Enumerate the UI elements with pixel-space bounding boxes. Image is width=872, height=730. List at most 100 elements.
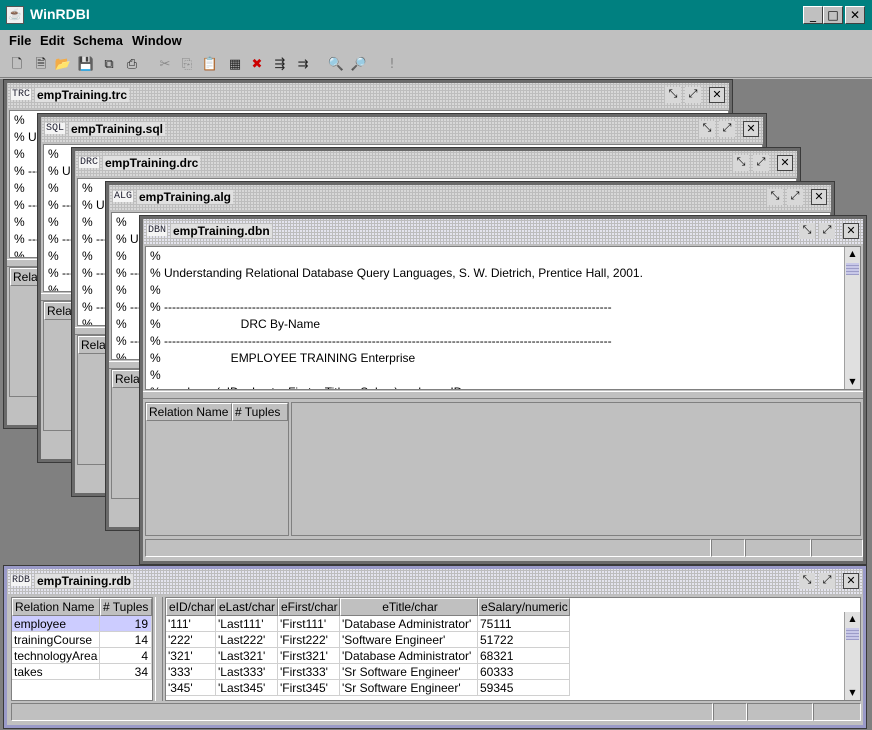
close-icon[interactable]: ✕ <box>843 223 859 239</box>
maximize-icon[interactable]: ⤢ <box>685 87 701 103</box>
close-icon[interactable]: ✕ <box>811 189 827 205</box>
table-cell: 'Database Administrator' <box>340 616 478 632</box>
copy-icon[interactable]: ⎘ <box>178 56 196 74</box>
editor-line: % Understanding Relational Database Quer… <box>150 266 643 280</box>
editor-line: % <box>82 181 93 195</box>
relation-row-employee[interactable]: employee 19 <box>12 616 152 632</box>
editor-line: % employee(eID, eLast, eFirst, eTitle, e… <box>150 385 462 389</box>
table-cell: 'First321' <box>278 648 340 664</box>
close-icon[interactable]: ✕ <box>709 87 725 103</box>
alg-title-bar[interactable]: ALG empTraining.alg ⤡ ⤢ ✕ <box>109 185 831 211</box>
rdb-vertical-scrollbar[interactable]: ▲ ▼ <box>844 612 860 700</box>
paste-icon[interactable]: 📋 <box>201 56 219 74</box>
rdb-title: empTraining.rdb <box>35 574 134 588</box>
table-row[interactable]: '222' 'Last222' 'First222' 'Software Engine… <box>166 632 570 648</box>
delete-row-icon[interactable]: ✖ <box>248 56 266 74</box>
scroll-up-icon[interactable]: ▲ <box>845 247 860 261</box>
rdb-splitter[interactable] <box>155 597 163 701</box>
menu-edit[interactable]: Edit <box>40 33 65 48</box>
iconify-icon[interactable]: ⤡ <box>799 223 815 239</box>
rdb-relation-name-header[interactable]: Relation Name <box>12 598 100 616</box>
alg-title: empTraining.alg <box>137 190 234 204</box>
close-icon[interactable]: ✕ <box>777 155 793 171</box>
relation-name: takes <box>12 664 100 680</box>
scroll-down-icon[interactable]: ▼ <box>845 686 860 700</box>
split-icon[interactable]: ⇶ <box>271 56 289 74</box>
scroll-up-icon[interactable]: ▲ <box>845 612 860 626</box>
menu-schema[interactable]: Schema <box>73 33 123 48</box>
new-query-icon[interactable]: 🗎 <box>32 56 50 74</box>
dbn-status-cell <box>745 539 811 557</box>
menu-window[interactable]: Window <box>132 33 182 48</box>
save-all-icon[interactable]: ⧉ <box>100 56 118 74</box>
preview-icon[interactable]: 🔍 <box>327 56 345 74</box>
editor-line: % --------------------------------------… <box>150 334 612 348</box>
dbn-title: empTraining.dbn <box>171 224 272 238</box>
iconify-icon[interactable]: ⤡ <box>699 121 715 137</box>
relation-row-takes[interactable]: takes 34 <box>12 664 152 680</box>
execute-icon[interactable]: ! <box>383 56 401 74</box>
insert-row-icon[interactable]: ▦ <box>226 56 244 74</box>
editor-line: % Ur <box>48 164 75 178</box>
dbn-title-bar[interactable]: DBN empTraining.dbn ⤡ ⤢ ✕ <box>143 219 863 245</box>
close-icon[interactable]: ✕ <box>743 121 759 137</box>
maximize-icon[interactable]: ⤢ <box>819 573 835 589</box>
scroll-thumb[interactable] <box>846 263 859 275</box>
maximize-icon[interactable]: ⤢ <box>819 223 835 239</box>
column-header[interactable]: eSalary/numeric <box>478 598 570 616</box>
trc-title-bar[interactable]: TRC empTraining.trc ⤡ ⤢ ✕ <box>7 83 729 109</box>
relation-row-technologyArea[interactable]: technologyArea 4 <box>12 648 152 664</box>
dbn-relation-name-header[interactable]: Relation Name <box>146 403 232 421</box>
dbn-splitter[interactable] <box>143 391 863 399</box>
maximize-icon[interactable]: ⤢ <box>719 121 735 137</box>
app-title-bar[interactable]: ☕ WinRDBI _ □ ✕ <box>0 0 872 30</box>
save-icon[interactable]: 💾 <box>77 56 95 74</box>
sql-title-bar[interactable]: SQL empTraining.sql ⤡ ⤢ ✕ <box>41 117 763 143</box>
find-icon[interactable]: 🔎 <box>350 56 368 74</box>
alg-badge: ALG <box>113 191 134 202</box>
menu-file[interactable]: File <box>9 33 31 48</box>
dbn-editor[interactable]: % % Understanding Relational Database Que… <box>145 246 861 390</box>
minimize-icon[interactable]: _ <box>803 6 823 24</box>
close-icon[interactable]: ✕ <box>845 6 865 24</box>
table-row[interactable]: '333' 'Last333' 'First333' 'Sr Software Eng… <box>166 664 570 680</box>
rdb-title-bar[interactable]: RDB empTraining.rdb ⤡ ⤢ ✕ <box>7 569 863 595</box>
app-logo-icon: ☕ <box>6 6 24 24</box>
dbn-tuples-header[interactable]: # Tuples <box>232 403 288 421</box>
dbn-window[interactable]: DBN empTraining.dbn ⤡ ⤢ ✕ % % Understandi… <box>139 215 867 565</box>
maximize-icon[interactable]: ⤢ <box>753 155 769 171</box>
iconify-icon[interactable]: ⤡ <box>799 573 815 589</box>
table-cell: 'Software Engineer' <box>340 632 478 648</box>
rdb-data-grid[interactable]: eID/char eLast/char eFirst/char eTitle/char… <box>165 597 861 701</box>
iconify-icon[interactable]: ⤡ <box>733 155 749 171</box>
scroll-thumb[interactable] <box>846 628 859 640</box>
new-file-icon[interactable]: 🗋 <box>8 56 26 74</box>
table-row[interactable]: '111' 'Last111' 'First111' 'Database Admini… <box>166 616 570 632</box>
column-header[interactable]: eLast/char <box>216 598 278 616</box>
print-icon[interactable]: ⎙ <box>123 56 141 74</box>
iconify-icon[interactable]: ⤡ <box>665 87 681 103</box>
drc-title-bar[interactable]: DRC empTraining.drc ⤡ ⤢ ✕ <box>75 151 797 177</box>
iconify-icon[interactable]: ⤡ <box>767 189 783 205</box>
editor-line: % <box>116 283 127 297</box>
merge-icon[interactable]: ⇉ <box>294 56 312 74</box>
dbn-vertical-scrollbar[interactable]: ▲ ▼ <box>844 247 860 389</box>
relation-tuple-count: 4 <box>100 648 152 664</box>
column-header[interactable]: eID/char <box>166 598 216 616</box>
cut-icon[interactable]: ✂ <box>156 56 174 74</box>
column-header[interactable]: eTitle/char <box>340 598 478 616</box>
column-header[interactable]: eFirst/char <box>278 598 340 616</box>
relation-name: employee <box>12 616 100 632</box>
scroll-down-icon[interactable]: ▼ <box>845 375 860 389</box>
rdb-window[interactable]: RDB empTraining.rdb ⤡ ⤢ ✕ Relation Name … <box>3 565 867 729</box>
table-row[interactable]: '345' 'Last345' 'First345' 'Sr Software Eng… <box>166 680 570 696</box>
maximize-icon[interactable]: ⤢ <box>787 189 803 205</box>
open-icon[interactable]: 📂 <box>54 56 72 74</box>
table-row[interactable]: '321' 'Last321' 'First321' 'Database Admini… <box>166 648 570 664</box>
maximize-icon[interactable]: □ <box>823 6 843 24</box>
relation-row-trainingCourse[interactable]: trainingCourse 14 <box>12 632 152 648</box>
table-cell: 'Last111' <box>216 616 278 632</box>
close-icon[interactable]: ✕ <box>843 573 859 589</box>
rdb-tuples-header[interactable]: # Tuples <box>100 598 152 616</box>
editor-line: % <box>150 283 161 297</box>
